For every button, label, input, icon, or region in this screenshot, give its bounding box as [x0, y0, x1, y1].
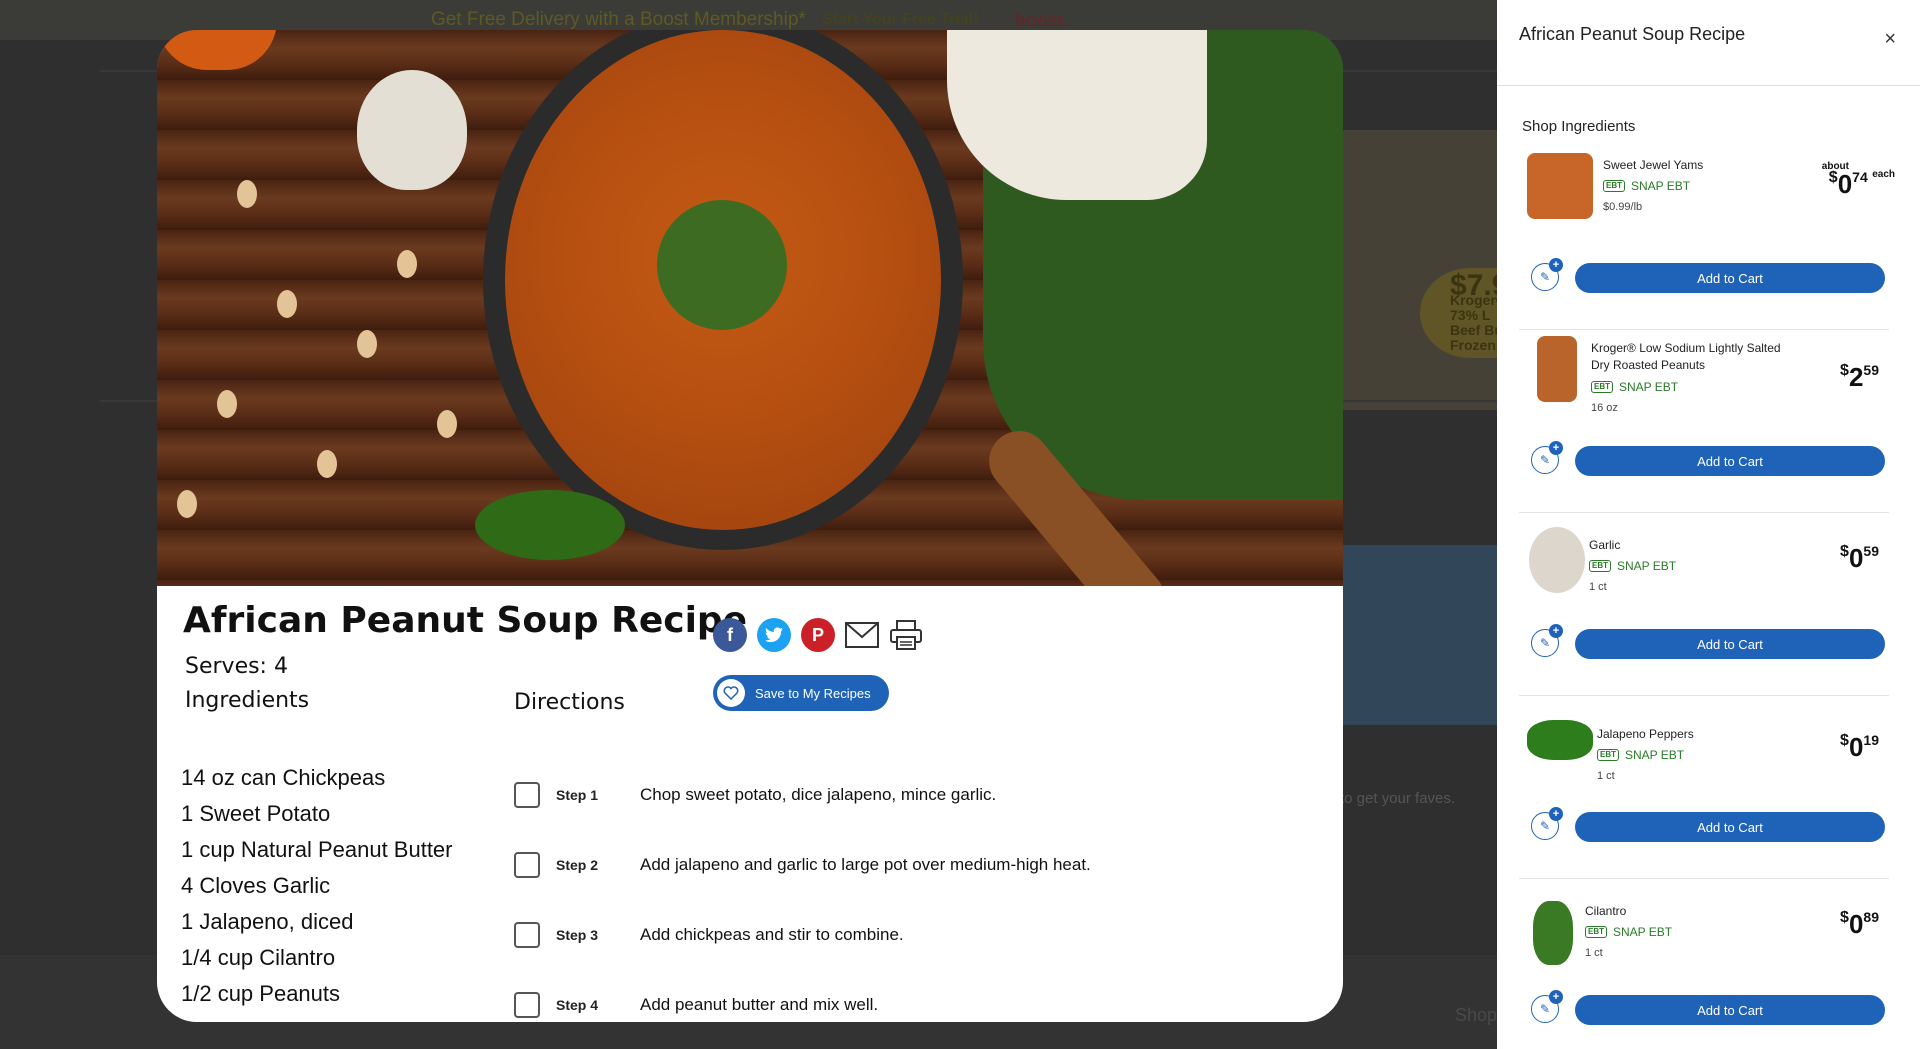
ingredients-heading: Ingredients — [185, 688, 310, 713]
ingredient-item: 1/4 cup Cilantro — [181, 945, 336, 970]
step-text: Add jalapeno and garlic to large pot ove… — [640, 855, 1091, 874]
product-price: $074 each — [1828, 169, 1895, 199]
background-shop-link: Shop — [1455, 1005, 1498, 1025]
shop-ingredients-heading: Shop Ingredients — [1522, 118, 1636, 135]
add-to-cart-button[interactable]: Add to Cart — [1575, 629, 1885, 659]
share-row: f P — [713, 618, 923, 652]
facebook-icon[interactable]: f — [713, 618, 747, 652]
background-faves-text: to get your faves. — [1340, 790, 1456, 807]
step-label: Step 3 — [556, 927, 599, 943]
ebt-icon: EBT — [1597, 749, 1619, 761]
direction-step: Step 3 Add chickpeas and stir to combine… — [514, 900, 1091, 970]
product-name[interactable]: Garlic — [1589, 537, 1799, 554]
save-to-my-recipes-button[interactable]: Save to My Recipes — [713, 675, 889, 711]
product-card: Sweet Jewel Yams EBT SNAP EBT $0.99/lb ab… — [1519, 147, 1895, 330]
ebt-icon: EBT — [1603, 180, 1625, 192]
product-name[interactable]: Cilantro — [1585, 903, 1795, 920]
step-checkbox[interactable] — [514, 852, 540, 878]
add-to-list-icon[interactable]: ✎ + — [1531, 807, 1563, 840]
product-size: 1 ct — [1585, 947, 1603, 959]
product-image[interactable] — [1527, 153, 1593, 219]
step-text: Chop sweet potato, dice jalapeno, mince … — [640, 785, 997, 804]
directions-heading: Directions — [514, 690, 625, 715]
add-to-list-icon[interactable]: ✎ + — [1531, 441, 1563, 474]
snap-ebt-label: EBT SNAP EBT — [1585, 925, 1672, 939]
direction-step: Step 2 Add jalapeno and garlic to large … — [514, 830, 1091, 900]
heart-icon — [717, 679, 745, 707]
email-icon[interactable] — [845, 618, 879, 652]
step-checkbox[interactable] — [514, 922, 540, 948]
ingredients-list: 14 oz can Chickpeas 1 Sweet Potato 1 cup… — [181, 760, 453, 1012]
product-name[interactable]: Sweet Jewel Yams — [1603, 157, 1813, 174]
step-checkbox[interactable] — [514, 992, 540, 1018]
product-size: $0.99/lb — [1603, 201, 1643, 213]
add-to-cart-button[interactable]: Add to Cart — [1575, 446, 1885, 476]
snap-ebt-label: EBT SNAP EBT — [1603, 179, 1690, 193]
snap-ebt-label: EBT SNAP EBT — [1591, 380, 1678, 394]
save-label: Save to My Recipes — [755, 685, 871, 701]
product-card: Garlic EBT SNAP EBT 1 ct $059 ✎ + Add to C… — [1519, 513, 1889, 696]
recipe-hero-image — [157, 30, 1343, 586]
promo-trial-link: Start Your Free Trial! → — [821, 11, 1000, 28]
pinterest-icon[interactable]: P — [801, 618, 835, 652]
product-card: Jalapeno Peppers EBT SNAP EBT 1 ct $019 ✎… — [1519, 696, 1889, 879]
ingredient-item: 1/2 cup Peanuts — [181, 981, 341, 1006]
recipe-modal: African Peanut Soup Recipe f P Save to M… — [157, 30, 1343, 1022]
background-promo-card-2 — [1340, 545, 1500, 725]
ingredient-item: 1 cup Natural Peanut Butter — [181, 837, 453, 862]
ingredient-item: 1 Sweet Potato — [181, 801, 331, 826]
step-text: Add chickpeas and stir to combine. — [640, 925, 904, 944]
product-image[interactable] — [1533, 901, 1573, 965]
product-price: $259 — [1840, 362, 1879, 392]
product-size: 1 ct — [1589, 581, 1607, 593]
step-label: Step 4 — [556, 997, 599, 1013]
recipe-title: African Peanut Soup Recipe — [183, 600, 748, 641]
direction-step: Step 4 Add peanut butter and mix well. — [514, 970, 1091, 1022]
product-card: Cilantro EBT SNAP EBT 1 ct $089 ✎ + Add to… — [1519, 879, 1889, 1049]
step-text: Add peanut butter and mix well. — [640, 995, 879, 1014]
product-size: 16 oz — [1591, 402, 1618, 414]
add-to-list-icon[interactable]: ✎ + — [1531, 990, 1563, 1023]
step-label: Step 1 — [556, 787, 599, 803]
add-to-cart-button[interactable]: Add to Cart — [1575, 263, 1885, 293]
product-name[interactable]: Jalapeno Peppers — [1597, 726, 1807, 743]
step-label: Step 2 — [556, 857, 599, 873]
ingredient-item: 4 Cloves Garlic — [181, 873, 331, 898]
snap-ebt-label: EBT SNAP EBT — [1597, 748, 1684, 762]
direction-step: Step 1 Chop sweet potato, dice jalapeno,… — [514, 760, 1091, 830]
twitter-icon[interactable] — [757, 618, 791, 652]
product-image[interactable] — [1537, 336, 1577, 402]
product-price: $059 — [1840, 543, 1879, 573]
ingredient-item: 1 Jalapeno, diced — [181, 909, 354, 934]
shop-ingredients-panel: African Peanut Soup Recipe × Shop Ingred… — [1497, 0, 1920, 1049]
directions-list: Step 1 Chop sweet potato, dice jalapeno,… — [514, 760, 1091, 1022]
add-to-cart-button[interactable]: Add to Cart — [1575, 812, 1885, 842]
boost-logo: boost. — [1015, 9, 1070, 30]
panel-header: African Peanut Soup Recipe × — [1497, 0, 1920, 86]
snap-ebt-label: EBT SNAP EBT — [1589, 559, 1676, 573]
print-icon[interactable] — [889, 618, 923, 652]
ingredient-item: 14 oz can Chickpeas — [181, 765, 386, 790]
serves-text: Serves: 4 — [185, 654, 288, 679]
product-card: Kroger® Low Sodium Lightly Salted Dry Ro… — [1519, 330, 1889, 513]
ebt-icon: EBT — [1589, 560, 1611, 572]
product-size: 1 ct — [1597, 770, 1615, 782]
step-checkbox[interactable] — [514, 782, 540, 808]
panel-title: African Peanut Soup Recipe — [1519, 24, 1746, 44]
product-image[interactable] — [1529, 527, 1585, 593]
add-to-cart-button[interactable]: Add to Cart — [1575, 995, 1885, 1025]
ebt-icon: EBT — [1585, 926, 1607, 938]
product-price: $089 — [1840, 909, 1879, 939]
close-icon[interactable]: × — [1884, 28, 1896, 51]
add-to-list-icon[interactable]: ✎ + — [1531, 624, 1563, 657]
product-name[interactable]: Kroger® Low Sodium Lightly Salted Dry Ro… — [1591, 340, 1801, 374]
product-price: $019 — [1840, 732, 1879, 762]
add-to-list-icon[interactable]: ✎ + — [1531, 258, 1563, 291]
product-image[interactable] — [1527, 720, 1593, 760]
ebt-icon: EBT — [1591, 381, 1613, 393]
product-list: Sweet Jewel Yams EBT SNAP EBT $0.99/lb ab… — [1519, 147, 1895, 1049]
promo-banner-text: Get Free Delivery with a Boost Membershi… — [430, 9, 806, 30]
